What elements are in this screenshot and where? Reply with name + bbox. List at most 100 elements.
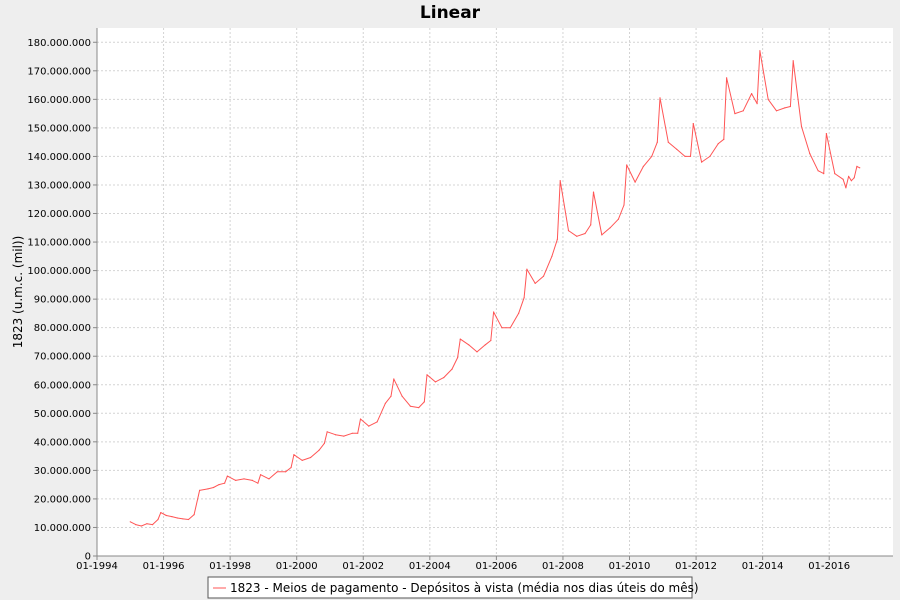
data-point bbox=[689, 155, 692, 157]
y-axis-title: 1823 (u.m.c. (mil)) bbox=[11, 236, 25, 349]
data-point bbox=[226, 475, 228, 477]
data-point bbox=[850, 180, 853, 182]
data-point bbox=[859, 167, 861, 169]
y-tick-label: 170.000.000 bbox=[27, 66, 91, 77]
data-point bbox=[676, 148, 678, 150]
data-point bbox=[207, 488, 209, 490]
x-tick-label: 01-2014 bbox=[742, 561, 784, 572]
data-point bbox=[601, 234, 603, 236]
data-point bbox=[845, 187, 847, 189]
data-point bbox=[434, 381, 436, 383]
data-point bbox=[393, 378, 395, 380]
data-point bbox=[848, 175, 850, 177]
data-point bbox=[376, 421, 378, 423]
data-point bbox=[368, 425, 370, 427]
y-tick-label: 50.000.000 bbox=[34, 409, 91, 420]
y-tick-label: 130.000.000 bbox=[27, 180, 91, 191]
data-point bbox=[800, 125, 803, 128]
chart-container: Linear 0 10.000.000 20.000.000 30.000.000 40… bbox=[0, 0, 900, 600]
data-point bbox=[734, 113, 736, 115]
chart-title: Linear bbox=[420, 3, 481, 23]
data-point bbox=[659, 97, 661, 99]
data-point bbox=[459, 338, 461, 340]
data-point bbox=[856, 165, 858, 167]
x-tick-label: 01-2002 bbox=[342, 561, 384, 572]
data-point bbox=[792, 60, 794, 62]
data-point bbox=[642, 165, 645, 167]
data-point bbox=[684, 155, 686, 157]
y-tick-label: 80.000.000 bbox=[34, 323, 91, 334]
data-point bbox=[823, 173, 825, 175]
data-point bbox=[692, 123, 694, 125]
data-point bbox=[468, 344, 470, 346]
data-point bbox=[518, 312, 520, 314]
data-point bbox=[457, 357, 459, 359]
data-point bbox=[140, 525, 142, 527]
data-point bbox=[257, 482, 259, 484]
legend: 1823 - Meios de pagamento - Depósitos à … bbox=[207, 576, 699, 599]
data-point bbox=[260, 474, 262, 476]
y-tick-label: 150.000.000 bbox=[27, 123, 91, 134]
data-point bbox=[359, 418, 362, 420]
data-point bbox=[129, 521, 131, 523]
data-point bbox=[853, 177, 855, 179]
x-tick-label: 01-2006 bbox=[475, 561, 517, 572]
data-point bbox=[484, 344, 486, 346]
data-point bbox=[146, 523, 148, 525]
data-point bbox=[171, 516, 173, 518]
data-point bbox=[390, 395, 392, 397]
y-tick-label: 60.000.000 bbox=[34, 380, 91, 391]
data-point bbox=[212, 486, 215, 489]
x-tick-label: 01-2000 bbox=[276, 561, 318, 572]
data-point bbox=[135, 524, 137, 526]
x-tick-label: 01-2012 bbox=[675, 561, 717, 572]
data-point bbox=[310, 456, 312, 459]
y-tick-label: 40.000.000 bbox=[34, 437, 91, 448]
data-point bbox=[523, 297, 525, 299]
y-tick-label: 140.000.000 bbox=[27, 152, 91, 163]
data-point bbox=[423, 401, 425, 403]
x-tick-label: 01-1994 bbox=[76, 561, 118, 572]
data-point bbox=[351, 432, 353, 434]
x-tick-label: 01-2010 bbox=[609, 561, 651, 572]
data-point bbox=[759, 50, 761, 52]
data-point bbox=[493, 311, 495, 313]
data-point bbox=[817, 170, 819, 172]
data-point bbox=[617, 218, 620, 220]
data-point bbox=[756, 103, 758, 105]
y-tick-label: 110.000.000 bbox=[27, 238, 91, 249]
data-point bbox=[293, 454, 295, 456]
x-tick-label: 01-2016 bbox=[808, 561, 850, 572]
data-point bbox=[418, 407, 420, 409]
data-point bbox=[742, 110, 744, 112]
data-point bbox=[182, 518, 184, 520]
data-point bbox=[165, 514, 167, 517]
data-point bbox=[357, 432, 359, 434]
data-point bbox=[534, 282, 536, 284]
data-point bbox=[717, 143, 719, 145]
data-point bbox=[609, 227, 611, 229]
data-point bbox=[451, 368, 453, 370]
data-point bbox=[825, 133, 828, 135]
data-point bbox=[160, 511, 162, 514]
data-point bbox=[243, 478, 245, 480]
data-point bbox=[276, 471, 278, 473]
data-point bbox=[343, 435, 345, 437]
data-point bbox=[501, 327, 503, 329]
data-point bbox=[634, 181, 636, 183]
data-point bbox=[334, 434, 337, 436]
data-point bbox=[751, 93, 753, 95]
data-point bbox=[842, 178, 844, 180]
y-tick-label: 30.000.000 bbox=[34, 466, 91, 477]
data-point bbox=[626, 164, 628, 166]
data-point bbox=[187, 518, 190, 521]
legend-label: 1823 - Meios de pagamento - Depósitos à … bbox=[230, 581, 699, 595]
data-point bbox=[218, 484, 220, 486]
data-point bbox=[701, 161, 703, 163]
data-point bbox=[290, 466, 292, 469]
data-point bbox=[726, 77, 728, 79]
data-point bbox=[490, 339, 492, 342]
data-point bbox=[542, 275, 545, 277]
data-point bbox=[323, 442, 325, 444]
data-point bbox=[384, 402, 386, 404]
